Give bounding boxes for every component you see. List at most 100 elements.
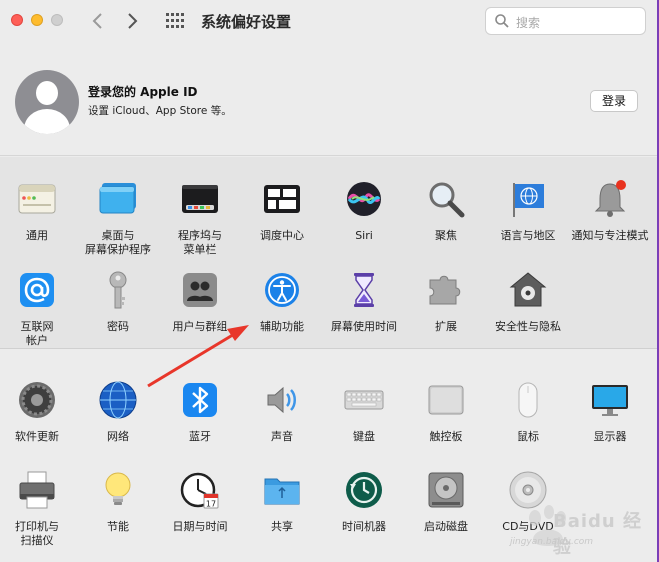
pref-extensions[interactable]: 扩展 xyxy=(405,270,487,334)
pref-label: 桌面与 屏幕保护程序 xyxy=(85,229,151,256)
pref-label: 屏幕使用时间 xyxy=(331,320,397,333)
title-bar: 系统偏好设置 搜索 xyxy=(0,0,657,44)
pref-label: 通知与专注模式 xyxy=(571,229,649,242)
pref-accessibility[interactable]: 辅助功能 xyxy=(241,270,323,334)
pref-label: 通用 xyxy=(26,229,48,242)
pref-label: 网络 xyxy=(107,430,129,443)
search-placeholder: 搜索 xyxy=(516,16,541,30)
gear-icon xyxy=(19,382,55,418)
accessibility-icon xyxy=(265,273,299,307)
keyboard-icon xyxy=(344,390,384,410)
display-icon xyxy=(592,385,628,416)
pref-users-groups[interactable]: 用户与群组 xyxy=(159,270,241,334)
key-icon xyxy=(109,271,127,309)
speaker-icon xyxy=(267,386,296,414)
disk-icon xyxy=(428,472,464,508)
pref-passwords[interactable]: 密码 xyxy=(77,270,159,334)
siri-icon xyxy=(347,182,381,216)
pref-mission-control[interactable]: 调度中心 xyxy=(241,179,323,243)
chevron-right-icon[interactable] xyxy=(127,12,139,30)
pref-label: 启动磁盘 xyxy=(424,520,468,533)
users-icon xyxy=(183,273,217,307)
pref-label: 密码 xyxy=(107,320,129,333)
pref-label: 鼠标 xyxy=(517,430,539,443)
pref-keyboard[interactable]: 键盘 xyxy=(323,380,405,444)
pref-label: 聚焦 xyxy=(435,229,457,242)
avatar[interactable] xyxy=(15,70,79,134)
language-flag-icon xyxy=(513,183,544,217)
zoom-button[interactable] xyxy=(51,14,63,26)
pref-label: 蓝牙 xyxy=(189,430,211,443)
apple-id-section: 登录您的 Apple ID 设置 iCloud、App Store 等。 登录 xyxy=(0,44,657,156)
pref-bluetooth[interactable]: 蓝牙 xyxy=(159,380,241,444)
pref-startup-disk[interactable]: 启动磁盘 xyxy=(405,470,487,534)
pref-mouse[interactable]: 鼠标 xyxy=(487,380,569,444)
pref-printers-scanners[interactable]: 打印机与 扫描仪 xyxy=(0,470,78,548)
pref-label: 触控板 xyxy=(429,430,463,443)
pref-siri[interactable]: Siri xyxy=(323,179,405,243)
spotlight-icon xyxy=(429,182,465,218)
pref-label: 语言与地区 xyxy=(500,229,556,242)
minimize-button[interactable] xyxy=(31,14,43,26)
pref-label: 日期与时间 xyxy=(172,520,228,533)
puzzle-icon xyxy=(429,275,461,305)
pref-label: 安全性与隐私 xyxy=(495,320,561,333)
notification-bell-icon xyxy=(594,180,626,217)
pref-internet-accounts[interactable]: 互联网 帐户 xyxy=(0,270,78,348)
search-field[interactable]: 搜索 xyxy=(485,7,646,35)
time-machine-icon xyxy=(346,472,382,508)
globe-icon xyxy=(99,381,137,419)
trackpad-icon xyxy=(428,385,464,415)
apple-id-title[interactable]: 登录您的 Apple ID xyxy=(88,83,198,100)
search-icon xyxy=(495,14,509,28)
mission-control-icon xyxy=(264,185,300,213)
pref-screen-time[interactable]: 屏幕使用时间 xyxy=(323,270,405,334)
general-icon xyxy=(18,184,56,214)
pref-label: 程序坞与 菜单栏 xyxy=(178,229,222,256)
at-sign-icon xyxy=(20,273,54,307)
mouse-icon xyxy=(518,382,538,418)
pref-displays[interactable]: 显示器 xyxy=(569,380,651,444)
pref-notifications[interactable]: 通知与专注模式 xyxy=(569,179,651,243)
pref-software-update[interactable]: 软件更新 xyxy=(0,380,78,444)
pref-sound[interactable]: 声音 xyxy=(241,380,323,444)
printer-icon xyxy=(19,471,55,509)
hourglass-icon xyxy=(354,273,374,307)
dock-icon xyxy=(182,185,218,213)
pref-security-privacy[interactable]: 安全性与隐私 xyxy=(487,270,569,334)
close-button[interactable] xyxy=(11,14,23,26)
pref-label: 辅助功能 xyxy=(260,320,304,333)
pref-dock[interactable]: 程序坞与 菜单栏 xyxy=(159,179,241,257)
desktop-icon xyxy=(99,183,136,214)
chevron-left-icon[interactable] xyxy=(91,12,103,30)
watermark-url: jingyan.baidu.com xyxy=(510,537,594,547)
pref-label: 键盘 xyxy=(353,430,375,443)
clock-icon: 17 xyxy=(180,472,219,509)
lightbulb-icon xyxy=(105,472,131,505)
pref-energy-saver[interactable]: 节能 xyxy=(77,470,159,534)
pref-label: 时间机器 xyxy=(342,520,386,533)
personal-preferences-section: 通用 桌面与 屏幕保护程序 程序坞与 菜单栏 调度中心 Siri 聚焦 语言与地… xyxy=(0,157,657,349)
pref-sharing[interactable]: 共享 xyxy=(241,470,323,534)
system-preferences-window: 系统偏好设置 搜索 登录您的 Apple ID 设置 iCloud、App St… xyxy=(0,0,659,562)
calendar-day: 17 xyxy=(206,500,216,509)
pref-label: 节能 xyxy=(107,520,129,533)
pref-time-machine[interactable]: 时间机器 xyxy=(323,470,405,534)
pref-trackpad[interactable]: 触控板 xyxy=(405,380,487,444)
pref-language[interactable]: 语言与地区 xyxy=(487,179,569,243)
pref-general[interactable]: 通用 xyxy=(0,179,78,243)
pref-spotlight[interactable]: 聚焦 xyxy=(405,179,487,243)
pref-label: Siri xyxy=(355,229,373,242)
apple-id-subtitle: 设置 iCloud、App Store 等。 xyxy=(88,105,232,117)
watermark-text: Baidu 经验 xyxy=(553,511,643,558)
login-button[interactable]: 登录 xyxy=(590,90,638,112)
pref-network[interactable]: 网络 xyxy=(77,380,159,444)
pref-label: 显示器 xyxy=(593,430,627,443)
pref-desktop[interactable]: 桌面与 屏幕保护程序 xyxy=(77,179,159,257)
bluetooth-icon xyxy=(183,383,217,417)
pref-label: 共享 xyxy=(271,520,293,533)
pref-label: 打印机与 扫描仪 xyxy=(15,520,59,547)
house-lock-icon xyxy=(509,272,547,307)
pref-date-time[interactable]: 17 日期与时间 xyxy=(159,470,241,534)
grid-icon[interactable] xyxy=(166,13,186,29)
